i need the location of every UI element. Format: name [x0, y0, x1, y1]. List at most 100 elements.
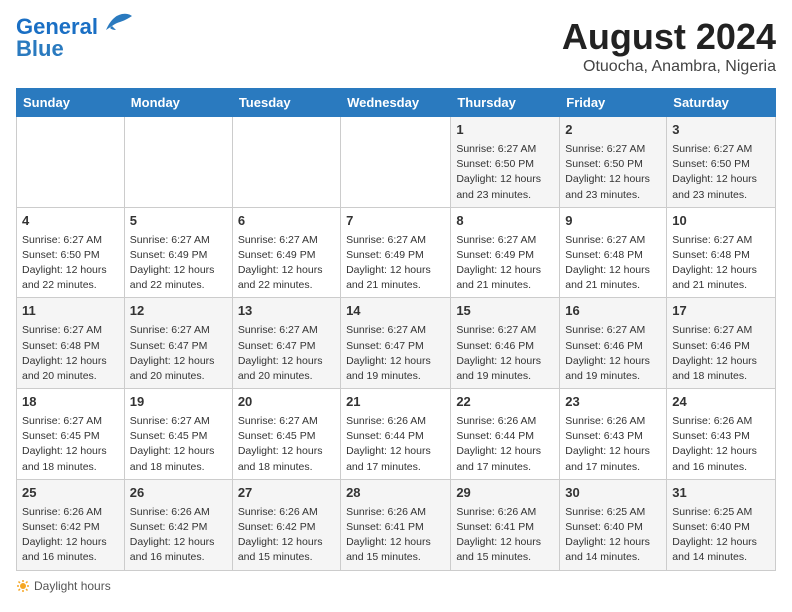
- logo-bird-icon: [102, 12, 134, 34]
- day-number: 20: [238, 393, 335, 412]
- day-info: Sunrise: 6:26 AMSunset: 6:41 PMDaylight:…: [456, 505, 554, 566]
- calendar-cell: 5 Sunrise: 6:27 AMSunset: 6:49 PMDaylight…: [124, 207, 232, 298]
- calendar-cell: 15 Sunrise: 6:27 AMSunset: 6:46 PMDayligh…: [451, 298, 560, 389]
- day-number: 18: [22, 393, 119, 412]
- calendar-cell: 19 Sunrise: 6:27 AMSunset: 6:45 PMDayligh…: [124, 389, 232, 480]
- calendar-cell: [17, 117, 125, 208]
- header-friday: Friday: [560, 89, 667, 117]
- calendar-cell: 13 Sunrise: 6:27 AMSunset: 6:47 PMDayligh…: [232, 298, 340, 389]
- header-thursday: Thursday: [451, 89, 560, 117]
- day-number: 2: [565, 121, 661, 140]
- day-info: Sunrise: 6:27 AMSunset: 6:45 PMDaylight:…: [238, 414, 335, 475]
- day-info: Sunrise: 6:27 AMSunset: 6:45 PMDaylight:…: [22, 414, 119, 475]
- day-info: Sunrise: 6:25 AMSunset: 6:40 PMDaylight:…: [565, 505, 661, 566]
- day-info: Sunrise: 6:27 AMSunset: 6:49 PMDaylight:…: [238, 233, 335, 294]
- day-info: Sunrise: 6:27 AMSunset: 6:48 PMDaylight:…: [565, 233, 661, 294]
- day-number: 22: [456, 393, 554, 412]
- calendar-cell: 30 Sunrise: 6:25 AMSunset: 6:40 PMDayligh…: [560, 479, 667, 570]
- calendar-cell: 18 Sunrise: 6:27 AMSunset: 6:45 PMDayligh…: [17, 389, 125, 480]
- day-number: 3: [672, 121, 770, 140]
- calendar-cell: 12 Sunrise: 6:27 AMSunset: 6:47 PMDayligh…: [124, 298, 232, 389]
- day-number: 30: [565, 484, 661, 503]
- day-info: Sunrise: 6:25 AMSunset: 6:40 PMDaylight:…: [672, 505, 770, 566]
- day-number: 12: [130, 302, 227, 321]
- logo-text: General: [16, 16, 98, 38]
- calendar-cell: 14 Sunrise: 6:27 AMSunset: 6:47 PMDayligh…: [341, 298, 451, 389]
- day-number: 5: [130, 212, 227, 231]
- calendar-cell: 1 Sunrise: 6:27 AMSunset: 6:50 PMDaylight…: [451, 117, 560, 208]
- calendar-cell: 28 Sunrise: 6:26 AMSunset: 6:41 PMDayligh…: [341, 479, 451, 570]
- page-subtitle: Otuocha, Anambra, Nigeria: [562, 58, 776, 76]
- calendar-header-row: SundayMondayTuesdayWednesdayThursdayFrid…: [17, 89, 776, 117]
- day-number: 13: [238, 302, 335, 321]
- day-number: 4: [22, 212, 119, 231]
- calendar-cell: 8Sunrise: 6:27 AMSunset: 6:49 PMDaylight…: [451, 207, 560, 298]
- day-info: Sunrise: 6:27 AMSunset: 6:49 PMDaylight:…: [130, 233, 227, 294]
- calendar-cell: 3Sunrise: 6:27 AMSunset: 6:50 PMDaylight…: [667, 117, 776, 208]
- day-number: 6: [238, 212, 335, 231]
- daylight-label: Daylight hours: [34, 579, 111, 593]
- day-info: Sunrise: 6:27 AMSunset: 6:47 PMDaylight:…: [238, 323, 335, 384]
- sun-icon: [16, 579, 30, 593]
- day-info: Sunrise: 6:27 AMSunset: 6:49 PMDaylight:…: [346, 233, 445, 294]
- day-info: Sunrise: 6:27 AMSunset: 6:47 PMDaylight:…: [130, 323, 227, 384]
- day-info: Sunrise: 6:27 AMSunset: 6:50 PMDaylight:…: [22, 233, 119, 294]
- day-info: Sunrise: 6:26 AMSunset: 6:43 PMDaylight:…: [565, 414, 661, 475]
- header-tuesday: Tuesday: [232, 89, 340, 117]
- day-number: 21: [346, 393, 445, 412]
- calendar-week-2: 11Sunrise: 6:27 AMSunset: 6:48 PMDayligh…: [17, 298, 776, 389]
- day-number: 29: [456, 484, 554, 503]
- calendar-cell: [124, 117, 232, 208]
- day-info: Sunrise: 6:26 AMSunset: 6:43 PMDaylight:…: [672, 414, 770, 475]
- calendar-cell: 7 Sunrise: 6:27 AMSunset: 6:49 PMDaylight…: [341, 207, 451, 298]
- calendar-week-1: 4 Sunrise: 6:27 AMSunset: 6:50 PMDaylight…: [17, 207, 776, 298]
- day-info: Sunrise: 6:27 AMSunset: 6:45 PMDaylight:…: [130, 414, 227, 475]
- calendar-cell: [341, 117, 451, 208]
- calendar-cell: 25Sunrise: 6:26 AMSunset: 6:42 PMDayligh…: [17, 479, 125, 570]
- calendar-cell: 22 Sunrise: 6:26 AMSunset: 6:44 PMDayligh…: [451, 389, 560, 480]
- day-number: 14: [346, 302, 445, 321]
- calendar-table: SundayMondayTuesdayWednesdayThursdayFrid…: [16, 88, 776, 571]
- day-number: 31: [672, 484, 770, 503]
- day-number: 15: [456, 302, 554, 321]
- day-number: 10: [672, 212, 770, 231]
- calendar-cell: 17 Sunrise: 6:27 AMSunset: 6:46 PMDayligh…: [667, 298, 776, 389]
- header-monday: Monday: [124, 89, 232, 117]
- day-info: Sunrise: 6:26 AMSunset: 6:42 PMDaylight:…: [130, 505, 227, 566]
- calendar-cell: 27Sunrise: 6:26 AMSunset: 6:42 PMDayligh…: [232, 479, 340, 570]
- calendar-cell: 4 Sunrise: 6:27 AMSunset: 6:50 PMDaylight…: [17, 207, 125, 298]
- day-number: 19: [130, 393, 227, 412]
- calendar-week-0: 1 Sunrise: 6:27 AMSunset: 6:50 PMDaylight…: [17, 117, 776, 208]
- day-info: Sunrise: 6:26 AMSunset: 6:44 PMDaylight:…: [456, 414, 554, 475]
- calendar-cell: 24 Sunrise: 6:26 AMSunset: 6:43 PMDayligh…: [667, 389, 776, 480]
- day-number: 7: [346, 212, 445, 231]
- calendar-cell: 29 Sunrise: 6:26 AMSunset: 6:41 PMDayligh…: [451, 479, 560, 570]
- day-number: 11: [22, 302, 119, 321]
- day-info: Sunrise: 6:26 AMSunset: 6:41 PMDaylight:…: [346, 505, 445, 566]
- day-number: 1: [456, 121, 554, 140]
- day-number: 28: [346, 484, 445, 503]
- day-number: 16: [565, 302, 661, 321]
- day-info: Sunrise: 6:27 AMSunset: 6:48 PMDaylight:…: [672, 233, 770, 294]
- page-header: General Blue August 2024 Otuocha, Anambr…: [16, 16, 776, 76]
- calendar-cell: 20 Sunrise: 6:27 AMSunset: 6:45 PMDayligh…: [232, 389, 340, 480]
- day-number: 27: [238, 484, 335, 503]
- day-info: Sunrise: 6:27 AMSunset: 6:46 PMDaylight:…: [672, 323, 770, 384]
- calendar-week-3: 18 Sunrise: 6:27 AMSunset: 6:45 PMDayligh…: [17, 389, 776, 480]
- calendar-cell: 2Sunrise: 6:27 AMSunset: 6:50 PMDaylight…: [560, 117, 667, 208]
- daylight-legend: Daylight hours: [16, 579, 111, 593]
- day-number: 17: [672, 302, 770, 321]
- day-number: 23: [565, 393, 661, 412]
- calendar-cell: 26Sunrise: 6:26 AMSunset: 6:42 PMDayligh…: [124, 479, 232, 570]
- calendar-cell: 9 Sunrise: 6:27 AMSunset: 6:48 PMDaylight…: [560, 207, 667, 298]
- calendar-cell: [232, 117, 340, 208]
- day-info: Sunrise: 6:27 AMSunset: 6:46 PMDaylight:…: [456, 323, 554, 384]
- calendar-cell: 16Sunrise: 6:27 AMSunset: 6:46 PMDayligh…: [560, 298, 667, 389]
- day-info: Sunrise: 6:26 AMSunset: 6:42 PMDaylight:…: [22, 505, 119, 566]
- day-info: Sunrise: 6:27 AMSunset: 6:47 PMDaylight:…: [346, 323, 445, 384]
- day-info: Sunrise: 6:27 AMSunset: 6:50 PMDaylight:…: [456, 142, 554, 203]
- day-number: 24: [672, 393, 770, 412]
- header-sunday: Sunday: [17, 89, 125, 117]
- day-number: 9: [565, 212, 661, 231]
- day-info: Sunrise: 6:27 AMSunset: 6:49 PMDaylight:…: [456, 233, 554, 294]
